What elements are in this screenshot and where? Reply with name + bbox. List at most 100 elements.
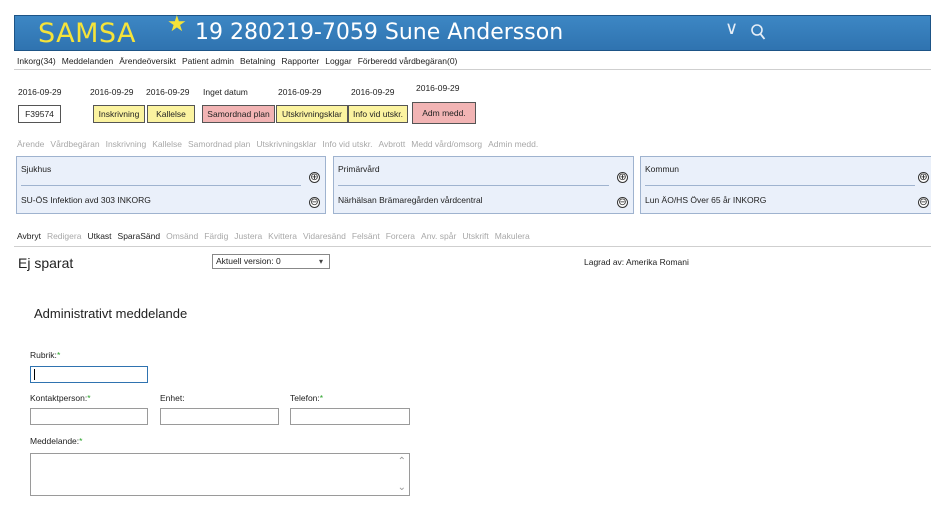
phase-utskrivningsklar: Utskrivningsklar [256,139,317,149]
unit-value: Lun ÄO/HS Över 65 år INKORG [645,195,767,205]
unit-title: Sjukhus [21,164,52,174]
timeline-date: Inget datum [203,87,248,97]
action-bar: Avbryt Redigera Utkast SparaSänd Omsänd … [14,228,931,244]
unit-title: Kommun [645,164,680,174]
anv-spar-button: Anv. spår [421,231,457,241]
unit-divider [645,185,915,186]
menu-item-inkorg[interactable]: Inkorg(34) [17,56,56,66]
justera-button: Justera [234,231,263,241]
felsant-button: Felsänt [351,231,380,241]
phase-samordnad-plan: Samordnad plan [188,139,251,149]
vidaresand-button: Vidaresänd [303,231,346,241]
expand-plus-icon[interactable]: ⊕ [309,172,320,183]
required-mark: * [87,393,91,403]
utskrift-button: Utskrift [462,231,489,241]
samordnad-plan-button[interactable]: Samordnad plan [202,105,275,123]
utkast-button[interactable]: Utkast [87,231,111,241]
case-id-button[interactable]: F39574 [18,105,61,123]
kvittera-button: Kvittera [268,231,297,241]
favorite-star-icon[interactable]: ★ [167,12,187,37]
timeline-date: 2016-09-29 [90,87,134,97]
phase-inskrivning: Inskrivning [105,139,147,149]
timeline-step-samordnad-plan: Inget datum Samordnad plan [202,87,275,123]
collapse-minus-icon[interactable]: ⊖ [309,197,320,208]
rubrik-input[interactable] [30,366,148,383]
unit-title: Primärvård [338,164,380,174]
search-icon[interactable] [750,22,766,44]
timeline-step-info-vid-utskr: 2016-09-29 Info vid utskr. [348,87,408,123]
kallelse-button[interactable]: Kallelse [147,105,195,123]
rubrik-label: Rubrik:* [30,350,60,360]
unit-value: Närhälsan Brämaregården vårdcentral [338,195,483,205]
timeline-date: 2016-09-29 [416,83,460,93]
menu-item-patient-admin[interactable]: Patient admin [182,56,234,66]
timeline-step-arende: 2016-09-29 F39574 [18,87,62,123]
main-menu: Inkorg(34) Meddelanden Ärendeöversikt Pa… [14,52,931,70]
saved-by-label: Lagrad av: Amerika Romani [584,257,689,267]
phase-vardbegaran: Vårdbegäran [50,139,100,149]
sparasand-button[interactable]: SparaSänd [118,231,161,241]
makulera-button: Makulera [494,231,530,241]
forcera-button: Forcera [385,231,416,241]
timeline-date: 2016-09-29 [18,87,62,97]
menu-item-loggar[interactable]: Loggar [325,56,351,66]
kontaktperson-input[interactable] [30,408,148,425]
phase-avbrott: Avbrott [378,139,406,149]
app-header: SAMSA ★ 19 280219-7059 Sune Andersson ∨ [14,12,931,51]
telefon-input[interactable] [290,408,410,425]
adm-medd-button[interactable]: Adm medd. [412,102,476,124]
dropdown-caret-icon: ▾ [318,257,323,266]
version-select-value: Aktuell version: 0 [216,256,281,266]
timeline-step-utskrivningsklar: 2016-09-29 Utskrivningsklar [276,87,348,123]
unit-divider [338,185,609,186]
status-row: Ej sparat Aktuell version: 0 ▾ Lagrad av… [14,246,931,274]
scroll-down-icon[interactable]: ⌄ [398,482,406,493]
unit-panel-kommun: Kommun Lun ÄO/HS Över 65 år INKORG ⊕ ⊖ [640,156,931,214]
info-vid-utskr-button[interactable]: Info vid utskr. [348,105,408,123]
text-cursor [34,369,35,380]
unit-value: SU-ÖS Infektion avd 303 INKORG [21,195,151,205]
required-mark: * [79,436,83,446]
required-mark: * [319,393,324,403]
timeline-step-kallelse: 2016-09-29 Kallelse [146,87,195,123]
phase-medd-vard-omsorg: Medd vård/omsorg [411,139,483,149]
chevron-down-icon[interactable]: ∨ [725,18,738,39]
menu-item-rapporter[interactable]: Rapporter [281,56,319,66]
timeline-date: 2016-09-29 [146,87,190,97]
app-logo: SAMSA [38,18,137,49]
enhet-label: Enhet: [160,393,185,403]
menu-item-forberedd-vardbegaran[interactable]: Förberedd vårdbegäran(0) [358,56,458,66]
collapse-minus-icon[interactable]: ⊖ [918,197,929,208]
omsand-button: Omsänd [166,231,199,241]
collapse-minus-icon[interactable]: ⊖ [617,197,628,208]
timeline-step-adm-medd: 2016-09-29 Adm medd. [412,83,476,124]
kontaktperson-label-text: Kontaktperson: [30,393,88,403]
phase-bar: Ärende Vårdbegäran Inskrivning Kallelse … [14,136,931,152]
expand-plus-icon[interactable]: ⊕ [918,172,929,183]
menu-item-arendeoversikt[interactable]: Ärendeöversikt [119,56,176,66]
unit-panel-sjukhus: Sjukhus SU-ÖS Infektion avd 303 INKORG ⊕… [16,156,326,214]
telefon-label: Telefon:* [290,393,323,403]
phase-admin-medd: Admin medd. [488,139,539,149]
patient-identity: 19 280219-7059 Sune Andersson [195,20,564,45]
scroll-up-icon[interactable]: ⌃ [398,456,406,467]
enhet-input[interactable] [160,408,279,425]
rubrik-label-text: Rubrik: [30,350,57,360]
fardig-button: Färdig [204,231,229,241]
menu-item-meddelanden[interactable]: Meddelanden [62,56,114,66]
version-select[interactable]: Aktuell version: 0 ▾ [212,254,330,269]
expand-plus-icon[interactable]: ⊕ [617,172,628,183]
meddelande-label-text: Meddelande: [30,436,80,446]
required-mark: * [56,350,61,360]
save-status: Ej sparat [18,255,74,271]
telefon-label-text: Telefon: [290,393,320,403]
avbryt-button[interactable]: Avbryt [17,231,41,241]
timeline-step-inskrivning: 2016-09-29 Inskrivning [90,87,145,123]
inskrivning-button[interactable]: Inskrivning [93,105,145,123]
form-title: Administrativt meddelande [34,306,188,321]
phase-info-vid-utskr: Info vid utskr. [322,139,373,149]
utskrivningsklar-button[interactable]: Utskrivningsklar [276,105,348,123]
meddelande-textarea[interactable]: ⌃ ⌄ [30,453,410,496]
meddelande-label: Meddelande:* [30,436,82,446]
menu-item-betalning[interactable]: Betalning [240,56,275,66]
